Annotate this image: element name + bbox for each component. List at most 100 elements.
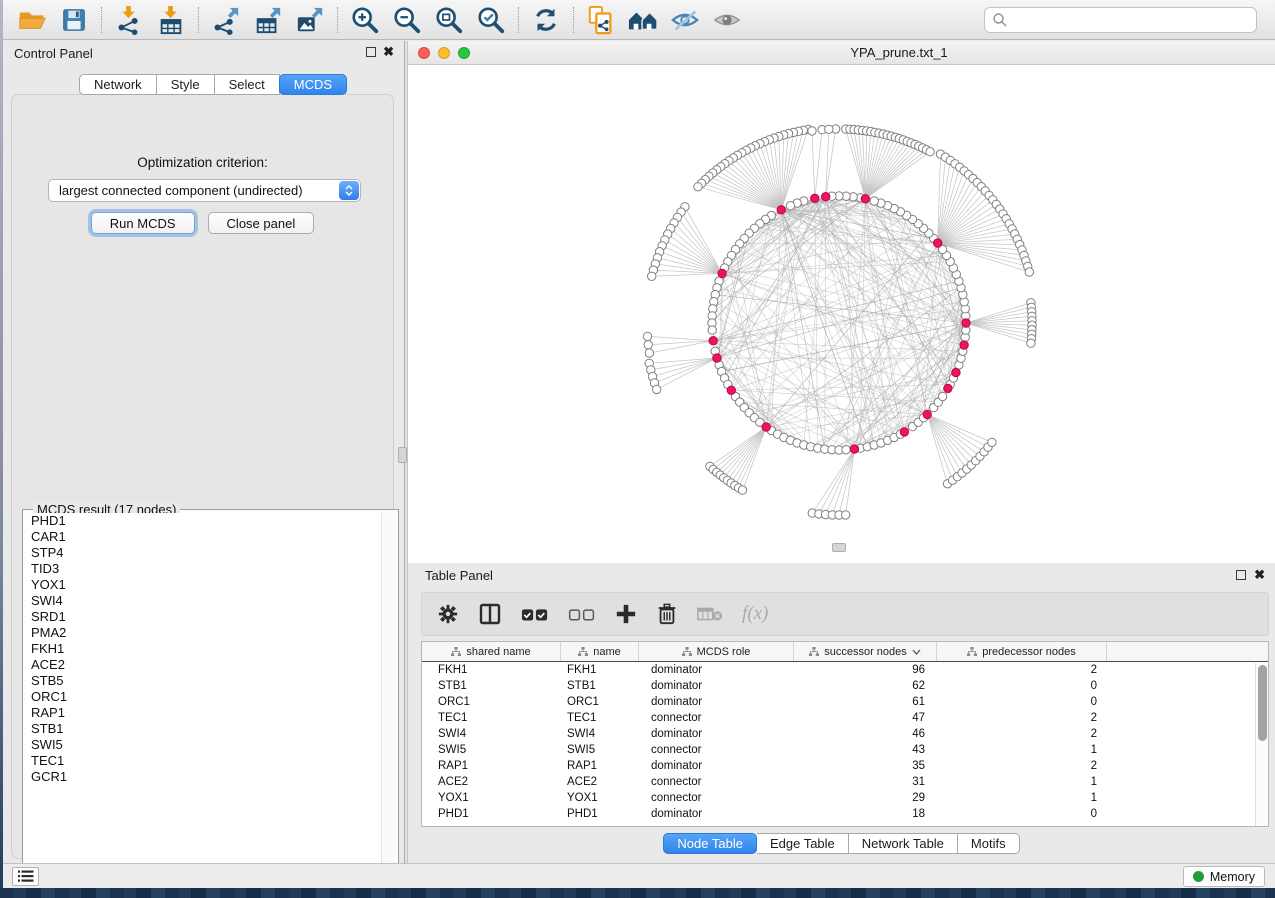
- close-panel-icon[interactable]: ✖: [383, 46, 394, 57]
- table-row[interactable]: YOX1YOX1connector291: [422, 790, 1268, 806]
- table-row[interactable]: FKH1FKH1dominator962: [422, 662, 1268, 678]
- hide-selected-icon[interactable]: [668, 4, 702, 36]
- close-table-panel-icon[interactable]: ✖: [1254, 569, 1265, 580]
- export-network-icon[interactable]: [209, 4, 243, 36]
- column-header-name[interactable]: name: [561, 642, 639, 661]
- search-box[interactable]: [984, 7, 1257, 33]
- table-row[interactable]: STB1STB1dominator620: [422, 678, 1268, 694]
- show-all-icon[interactable]: [710, 4, 744, 36]
- export-table-icon[interactable]: [251, 4, 285, 36]
- table-scrollbar-thumb[interactable]: [1258, 665, 1267, 741]
- column-type-icon: [809, 647, 819, 657]
- close-panel-button[interactable]: Close panel: [208, 212, 315, 234]
- mcds-result-item[interactable]: GCR1: [26, 769, 381, 785]
- cell-predecessor-nodes: 1: [937, 776, 1107, 788]
- cell-shared-name: YOX1: [422, 792, 561, 804]
- open-network-file-icon[interactable]: [584, 4, 618, 36]
- vertical-splitter-handle[interactable]: [398, 447, 407, 463]
- zoom-out-icon[interactable]: [390, 4, 424, 36]
- cell-name: SWI5: [561, 744, 639, 756]
- column-header-successor-nodes[interactable]: successor nodes: [794, 642, 937, 661]
- delete-column-icon[interactable]: [656, 599, 678, 629]
- mcds-result-item[interactable]: SRD1: [26, 609, 381, 625]
- network-title: YPA_prune.txt_1: [408, 45, 1275, 60]
- tab-mcds[interactable]: MCDS: [279, 74, 347, 95]
- zoom-fit-icon[interactable]: [432, 4, 466, 36]
- save-session-icon[interactable]: [57, 4, 91, 36]
- mcds-result-item[interactable]: CAR1: [26, 529, 381, 545]
- open-folder-icon[interactable]: [15, 4, 49, 36]
- float-table-panel-icon[interactable]: [1236, 570, 1246, 580]
- search-input[interactable]: [1008, 13, 1256, 27]
- zoom-in-icon[interactable]: [348, 4, 382, 36]
- mcds-result-item[interactable]: ACE2: [26, 657, 381, 673]
- table-row[interactable]: PHD1PHD1dominator180: [422, 806, 1268, 822]
- mcds-result-item[interactable]: RAP1: [26, 705, 381, 721]
- tab-select[interactable]: Select: [215, 74, 280, 95]
- first-neighbors-icon[interactable]: [626, 4, 660, 36]
- run-mcds-button[interactable]: Run MCDS: [91, 212, 195, 234]
- table-panel: Table Panel ✖: [407, 563, 1275, 863]
- mcds-result-item[interactable]: PHD1: [26, 513, 381, 529]
- column-type-icon: [578, 647, 588, 657]
- tab-network[interactable]: Network: [79, 74, 157, 95]
- export-image-icon[interactable]: [293, 4, 327, 36]
- zoom-selected-icon[interactable]: [474, 4, 508, 36]
- task-history-button[interactable]: [12, 867, 39, 886]
- column-type-icon: [451, 647, 461, 657]
- add-column-icon[interactable]: [615, 599, 637, 629]
- import-network-icon[interactable]: [112, 4, 146, 36]
- table-row[interactable]: RAP1RAP1dominator352: [422, 758, 1268, 774]
- tab-node-table[interactable]: Node Table: [663, 833, 757, 854]
- cell-successor-nodes: 35: [794, 760, 937, 772]
- table-row[interactable]: ACE2ACE2connector311: [422, 774, 1268, 790]
- mcds-result-list[interactable]: PHD1CAR1STP4TID3YOX1SWI4SRD1PMA2FKH1ACE2…: [26, 513, 381, 866]
- function-builder-icon[interactable]: f(x): [742, 599, 768, 629]
- select-all-icon[interactable]: [521, 599, 549, 629]
- table-row[interactable]: SWI5SWI5connector431: [422, 742, 1268, 758]
- mcds-result-item[interactable]: SWI4: [26, 593, 381, 609]
- cell-mcds-role: connector: [639, 712, 794, 724]
- column-header-mcds-role[interactable]: MCDS role: [639, 642, 794, 661]
- mcds-result-item[interactable]: TEC1: [26, 753, 381, 769]
- column-type-icon: [682, 647, 692, 657]
- tab-motifs[interactable]: Motifs: [958, 833, 1020, 854]
- delete-table-icon[interactable]: [697, 599, 723, 629]
- mcds-list-scrollbar[interactable]: [381, 513, 395, 866]
- mcds-result-item[interactable]: STB1: [26, 721, 381, 737]
- table-scrollbar[interactable]: [1255, 663, 1268, 826]
- mcds-result-item[interactable]: YOX1: [26, 577, 381, 593]
- network-canvas[interactable]: [407, 65, 1275, 563]
- mcds-result-item[interactable]: ORC1: [26, 689, 381, 705]
- mcds-result-item[interactable]: STP4: [26, 545, 381, 561]
- show-columns-icon[interactable]: [478, 599, 502, 629]
- table-row[interactable]: SWI4SWI4dominator462: [422, 726, 1268, 742]
- unselect-all-icon[interactable]: [568, 599, 596, 629]
- cell-shared-name: STB1: [422, 680, 561, 692]
- mcds-result-item[interactable]: PMA2: [26, 625, 381, 641]
- memory-button[interactable]: Memory: [1183, 866, 1265, 887]
- tab-network-table[interactable]: Network Table: [849, 833, 958, 854]
- float-panel-icon[interactable]: [366, 47, 376, 57]
- table-row[interactable]: TEC1TEC1connector472: [422, 710, 1268, 726]
- tab-edge-table[interactable]: Edge Table: [757, 833, 849, 854]
- table-row[interactable]: ORC1ORC1dominator610: [422, 694, 1268, 710]
- tab-style[interactable]: Style: [157, 74, 215, 95]
- refresh-view-icon[interactable]: [529, 4, 563, 36]
- list-icon: [18, 870, 34, 883]
- mcds-result-item[interactable]: SWI5: [26, 737, 381, 753]
- network-graph[interactable]: [408, 65, 1275, 563]
- mcds-result-item[interactable]: TID3: [26, 561, 381, 577]
- table-options-icon[interactable]: [437, 599, 459, 629]
- toolbar-separator: [101, 7, 102, 33]
- column-header-predecessor-nodes[interactable]: predecessor nodes: [937, 642, 1107, 661]
- criterion-dropdown[interactable]: largest connected component (undirected): [48, 179, 361, 202]
- mcds-result-item[interactable]: STB5: [26, 673, 381, 689]
- horizontal-splitter-handle[interactable]: [832, 543, 846, 552]
- cell-successor-nodes: 29: [794, 792, 937, 804]
- mcds-result-item[interactable]: FKH1: [26, 641, 381, 657]
- node-table: shared namenameMCDS rolesuccessor nodesp…: [421, 641, 1269, 827]
- network-titlebar[interactable]: YPA_prune.txt_1: [407, 41, 1275, 65]
- import-table-icon[interactable]: [154, 4, 188, 36]
- column-header-shared-name[interactable]: shared name: [422, 642, 561, 661]
